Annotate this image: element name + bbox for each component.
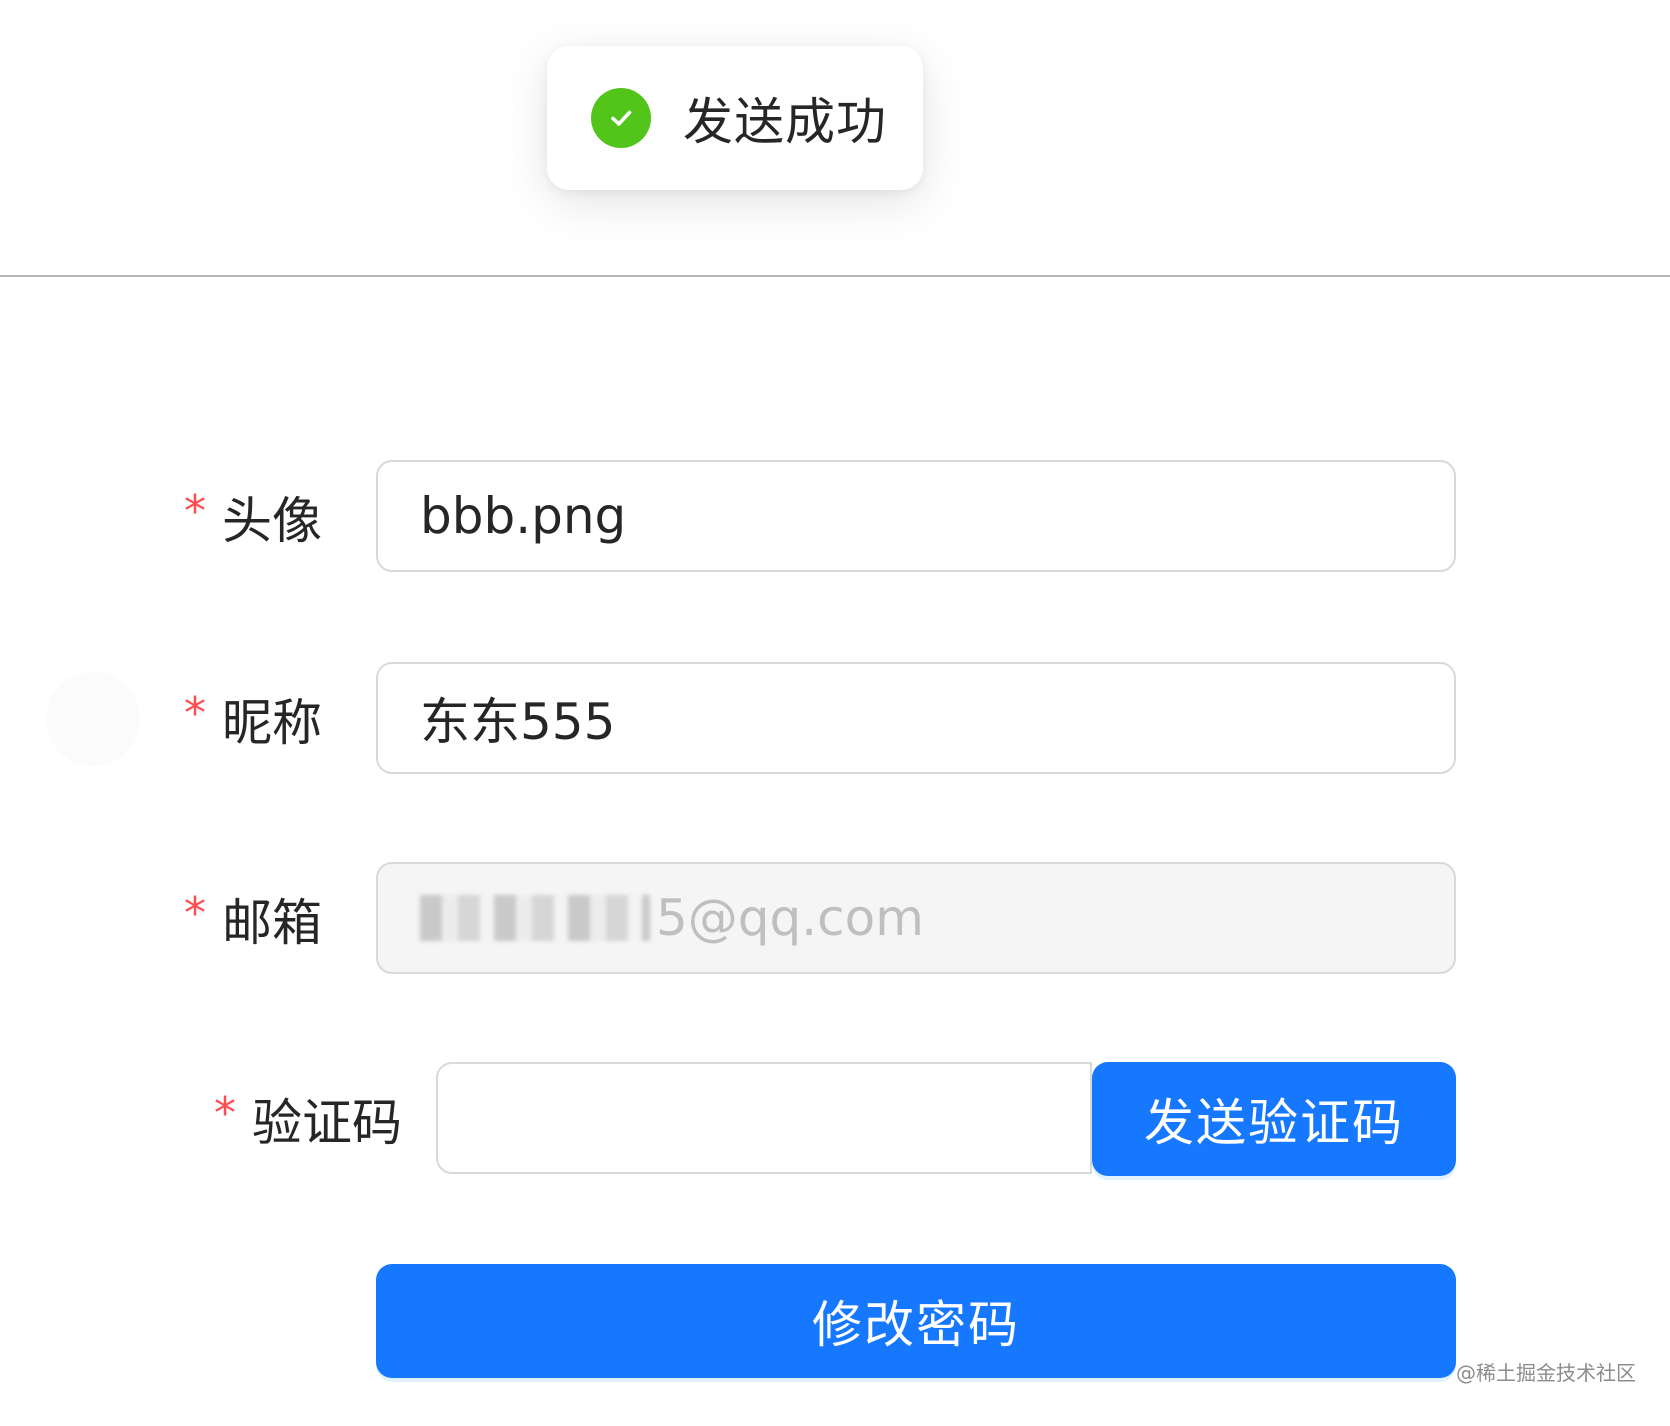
nickname-label: * 昵称 bbox=[184, 662, 322, 776]
email-label: * 邮箱 bbox=[184, 862, 322, 976]
avatar-label: * 头像 bbox=[184, 460, 322, 574]
change-password-button[interactable]: 修改密码 bbox=[376, 1264, 1456, 1378]
form-row-code: * 验证码 发送验证码 bbox=[0, 1062, 1670, 1176]
nickname-label-text: 昵称 bbox=[222, 694, 322, 752]
page: 发送成功 * 头像 bbb.png * 昵称 东东555 * 邮箱 5@qq.c… bbox=[0, 0, 1670, 1426]
form-row-email: * 邮箱 5@qq.com bbox=[0, 862, 1670, 976]
required-mark: * bbox=[184, 687, 206, 739]
email-input: 5@qq.com bbox=[376, 862, 1456, 974]
required-mark: * bbox=[214, 1087, 236, 1139]
email-label-text: 邮箱 bbox=[222, 894, 322, 952]
required-mark: * bbox=[184, 485, 206, 537]
form-row-avatar: * 头像 bbb.png bbox=[0, 460, 1670, 574]
email-input-suffix: 5@qq.com bbox=[656, 889, 924, 947]
code-label: * 验证码 bbox=[214, 1062, 402, 1176]
code-input[interactable] bbox=[436, 1062, 1092, 1174]
toast-message: 发送成功 bbox=[683, 93, 887, 151]
avatar-label-text: 头像 bbox=[222, 492, 322, 550]
avatar-input-value: bbb.png bbox=[420, 487, 627, 545]
redacted-email-prefix bbox=[420, 895, 650, 941]
avatar-input[interactable]: bbb.png bbox=[376, 460, 1456, 572]
send-code-button[interactable]: 发送验证码 bbox=[1092, 1062, 1456, 1176]
nickname-input[interactable]: 东东555 bbox=[376, 662, 1456, 774]
success-toast: 发送成功 bbox=[547, 46, 923, 190]
check-circle-icon bbox=[591, 88, 651, 148]
form-row-nickname: * 昵称 东东555 bbox=[0, 662, 1670, 776]
header-divider bbox=[0, 275, 1670, 277]
code-label-text: 验证码 bbox=[252, 1094, 402, 1152]
required-mark: * bbox=[184, 887, 206, 939]
nickname-input-value: 东东555 bbox=[420, 693, 616, 751]
watermark: @稀土掘金技术社区 bbox=[1456, 1361, 1636, 1385]
